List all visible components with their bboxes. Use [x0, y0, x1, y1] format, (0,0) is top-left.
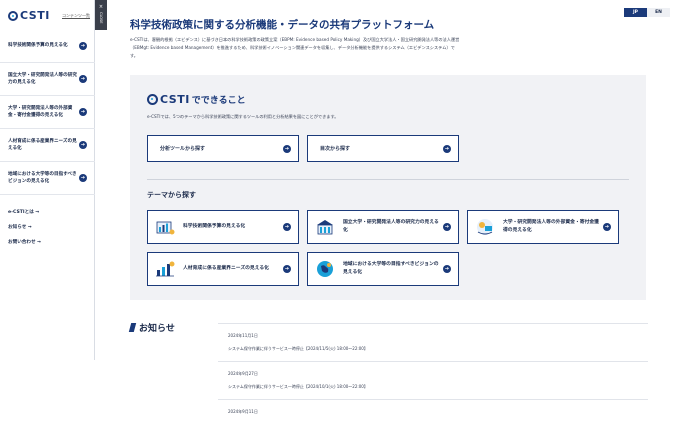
arrow-right-icon: ➔: [283, 223, 291, 231]
building-icon: [317, 220, 333, 235]
sidebar-item-research[interactable]: 国立大学・研究開発法人等の研究力の見える化 ➔: [0, 63, 95, 96]
regional-map-icon: [317, 261, 333, 277]
panel-heading: CSTI でできること: [147, 93, 246, 106]
card-label: 人材育成に係る産業界ニーズの見える化: [183, 265, 269, 271]
sidebar: CSTI コンテンツ一覧 科学技術関係予算の見える化 ➔ 国立大学・研究開発法人…: [0, 0, 95, 360]
logo-text: CSTI: [20, 9, 50, 22]
sidebar-item-budget[interactable]: 科学技術関係予算の見える化 ➔: [0, 30, 95, 63]
sidebar-item-industry-needs[interactable]: 人材育成に係る産業界ニーズの見える化 ➔: [0, 129, 95, 162]
contents-list-link[interactable]: コンテンツ一覧: [62, 13, 90, 19]
theme-card-external-funding[interactable]: 大学・研究開発法人等の外部資金・寄付金獲得の見える化 ➔: [467, 210, 619, 244]
news-list: 2024年11月1日 システム保守作業に伴うサービス一時停止【2024/11/5…: [218, 323, 648, 422]
features-panel: CSTI でできること e-CSTIでは、5つのテーマから科学技術政策に関するツ…: [130, 75, 646, 300]
card-label: 大学・研究開発法人等の外部資金・寄付金獲得の見える化: [503, 219, 599, 234]
arrow-right-icon: ➔: [443, 223, 451, 231]
arrow-right-icon: ➔: [79, 141, 87, 149]
sidebar-item-regional-vision[interactable]: 地域における大学等の目指すべきビジョンの見える化 ➔: [0, 162, 95, 195]
arrow-right-icon: ➔: [443, 144, 451, 153]
sidebar-item-label: 地域における大学等の目指すべきビジョンの見える化: [8, 171, 77, 185]
sidebar-close-button[interactable]: × CLOSE: [95, 0, 107, 30]
arrow-right-icon: ➔: [283, 265, 291, 273]
sidebar-item-label: 人材育成に係る産業界ニーズの見える化: [8, 138, 77, 152]
sidebar-links: e-CSTIとは → お知らせ → お問い合わせ →: [8, 205, 41, 250]
news-date: 2024年11月1日: [228, 333, 258, 338]
news-date: 2024年9月27日: [228, 371, 258, 376]
close-icon: ×: [98, 4, 104, 10]
card-label: 地域における大学等の目指すべきビジョンの見える化: [343, 261, 439, 276]
theme-heading: テーマから探す: [147, 191, 196, 199]
button-label: 分析ツールから探す: [160, 146, 206, 152]
logo-mark-icon: [8, 10, 18, 21]
arrow-right-icon: ➔: [79, 42, 87, 50]
sidebar-menu: 科学技術関係予算の見える化 ➔ 国立大学・研究開発法人等の研究力の見える化 ➔ …: [0, 30, 95, 195]
card-label: 科学技術関係予算の見える化: [183, 223, 246, 229]
budget-chart-icon: [156, 221, 175, 235]
lang-en-button[interactable]: EN: [647, 8, 670, 17]
panel-description: e-CSTIでは、5つのテーマから科学技術政策に関するツールの利用と分析結果を図…: [147, 114, 339, 119]
sidebar-item-label: 国立大学・研究開発法人等の研究力の見える化: [8, 72, 77, 86]
card-label: 国立大学・研究開発法人等の研究力の見える化: [343, 219, 439, 234]
news-heading: お知らせ: [128, 321, 175, 334]
contact-link[interactable]: お問い合わせ →: [8, 235, 41, 250]
arrow-right-icon: ➔: [283, 144, 291, 153]
theme-card-industry-needs[interactable]: 人材育成に係る産業界ニーズの見える化 ➔: [147, 252, 299, 286]
theme-card-budget[interactable]: 科学技術関係予算の見える化 ➔: [147, 210, 299, 244]
divider: [147, 179, 629, 180]
intro-text: e-CSTIは、客観的根拠（エビデンス）に基づき日本の科学技術政策の政策立案（E…: [130, 37, 460, 59]
funding-icon: [477, 219, 493, 235]
news-text: システム保守作業に伴うサービス一時停止【2024/11/5(火) 18:00〜2…: [228, 346, 368, 351]
panel-heading-text: でできること: [191, 96, 246, 106]
news-heading-text: お知らせ: [139, 324, 175, 334]
logo[interactable]: CSTI: [8, 9, 50, 22]
panel-logo-text: CSTI: [160, 93, 190, 106]
heading-marker-icon: [128, 323, 137, 332]
sidebar-item-label: 科学技術関係予算の見える化: [8, 43, 68, 49]
news-item[interactable]: 2024年9月27日 システム保守作業に伴うサービス一時停止【2024/10/1…: [218, 361, 648, 399]
search-by-toc-button[interactable]: 目次から探す ➔: [307, 135, 459, 162]
news-item[interactable]: 2024年9月11日: [218, 399, 648, 422]
news-text: システム保守作業に伴うサービス一時停止【2024/10/1(火) 18:00〜2…: [228, 384, 368, 389]
arrow-right-icon: ➔: [79, 108, 87, 116]
search-by-tool-button[interactable]: 分析ツールから探す ➔: [147, 135, 299, 162]
language-switch: JP EN: [624, 8, 670, 17]
page: CSTI コンテンツ一覧 科学技術関係予算の見える化 ➔ 国立大学・研究開発法人…: [0, 0, 684, 422]
arrow-right-icon: ➔: [79, 174, 87, 182]
about-link[interactable]: e-CSTIとは →: [8, 205, 41, 220]
industry-chart-icon: [156, 261, 175, 277]
theme-card-regional-vision[interactable]: 地域における大学等の目指すべきビジョンの見える化 ➔: [307, 252, 459, 286]
logo-mark-icon: [147, 94, 158, 105]
sidebar-item-label: 大学・研究開発法人等の外部資金・寄付金獲得の見える化: [8, 105, 73, 119]
arrow-right-icon: ➔: [443, 265, 451, 273]
lang-jp-button[interactable]: JP: [624, 8, 647, 17]
close-label: CLOSE: [99, 12, 103, 24]
news-link[interactable]: お知らせ →: [8, 220, 41, 235]
button-label: 目次から探す: [320, 146, 351, 152]
sidebar-item-external-funding[interactable]: 大学・研究開発法人等の外部資金・寄付金獲得の見える化 ➔: [0, 96, 95, 129]
news-date: 2024年9月11日: [228, 409, 258, 414]
news-item[interactable]: 2024年11月1日 システム保守作業に伴うサービス一時停止【2024/11/5…: [218, 323, 648, 361]
page-title: 科学技術政策に関する分析機能・データの共有プラットフォーム: [130, 19, 435, 31]
theme-card-research[interactable]: 国立大学・研究開発法人等の研究力の見える化 ➔: [307, 210, 459, 244]
arrow-right-icon: ➔: [79, 75, 87, 83]
arrow-right-icon: ➔: [603, 223, 611, 231]
